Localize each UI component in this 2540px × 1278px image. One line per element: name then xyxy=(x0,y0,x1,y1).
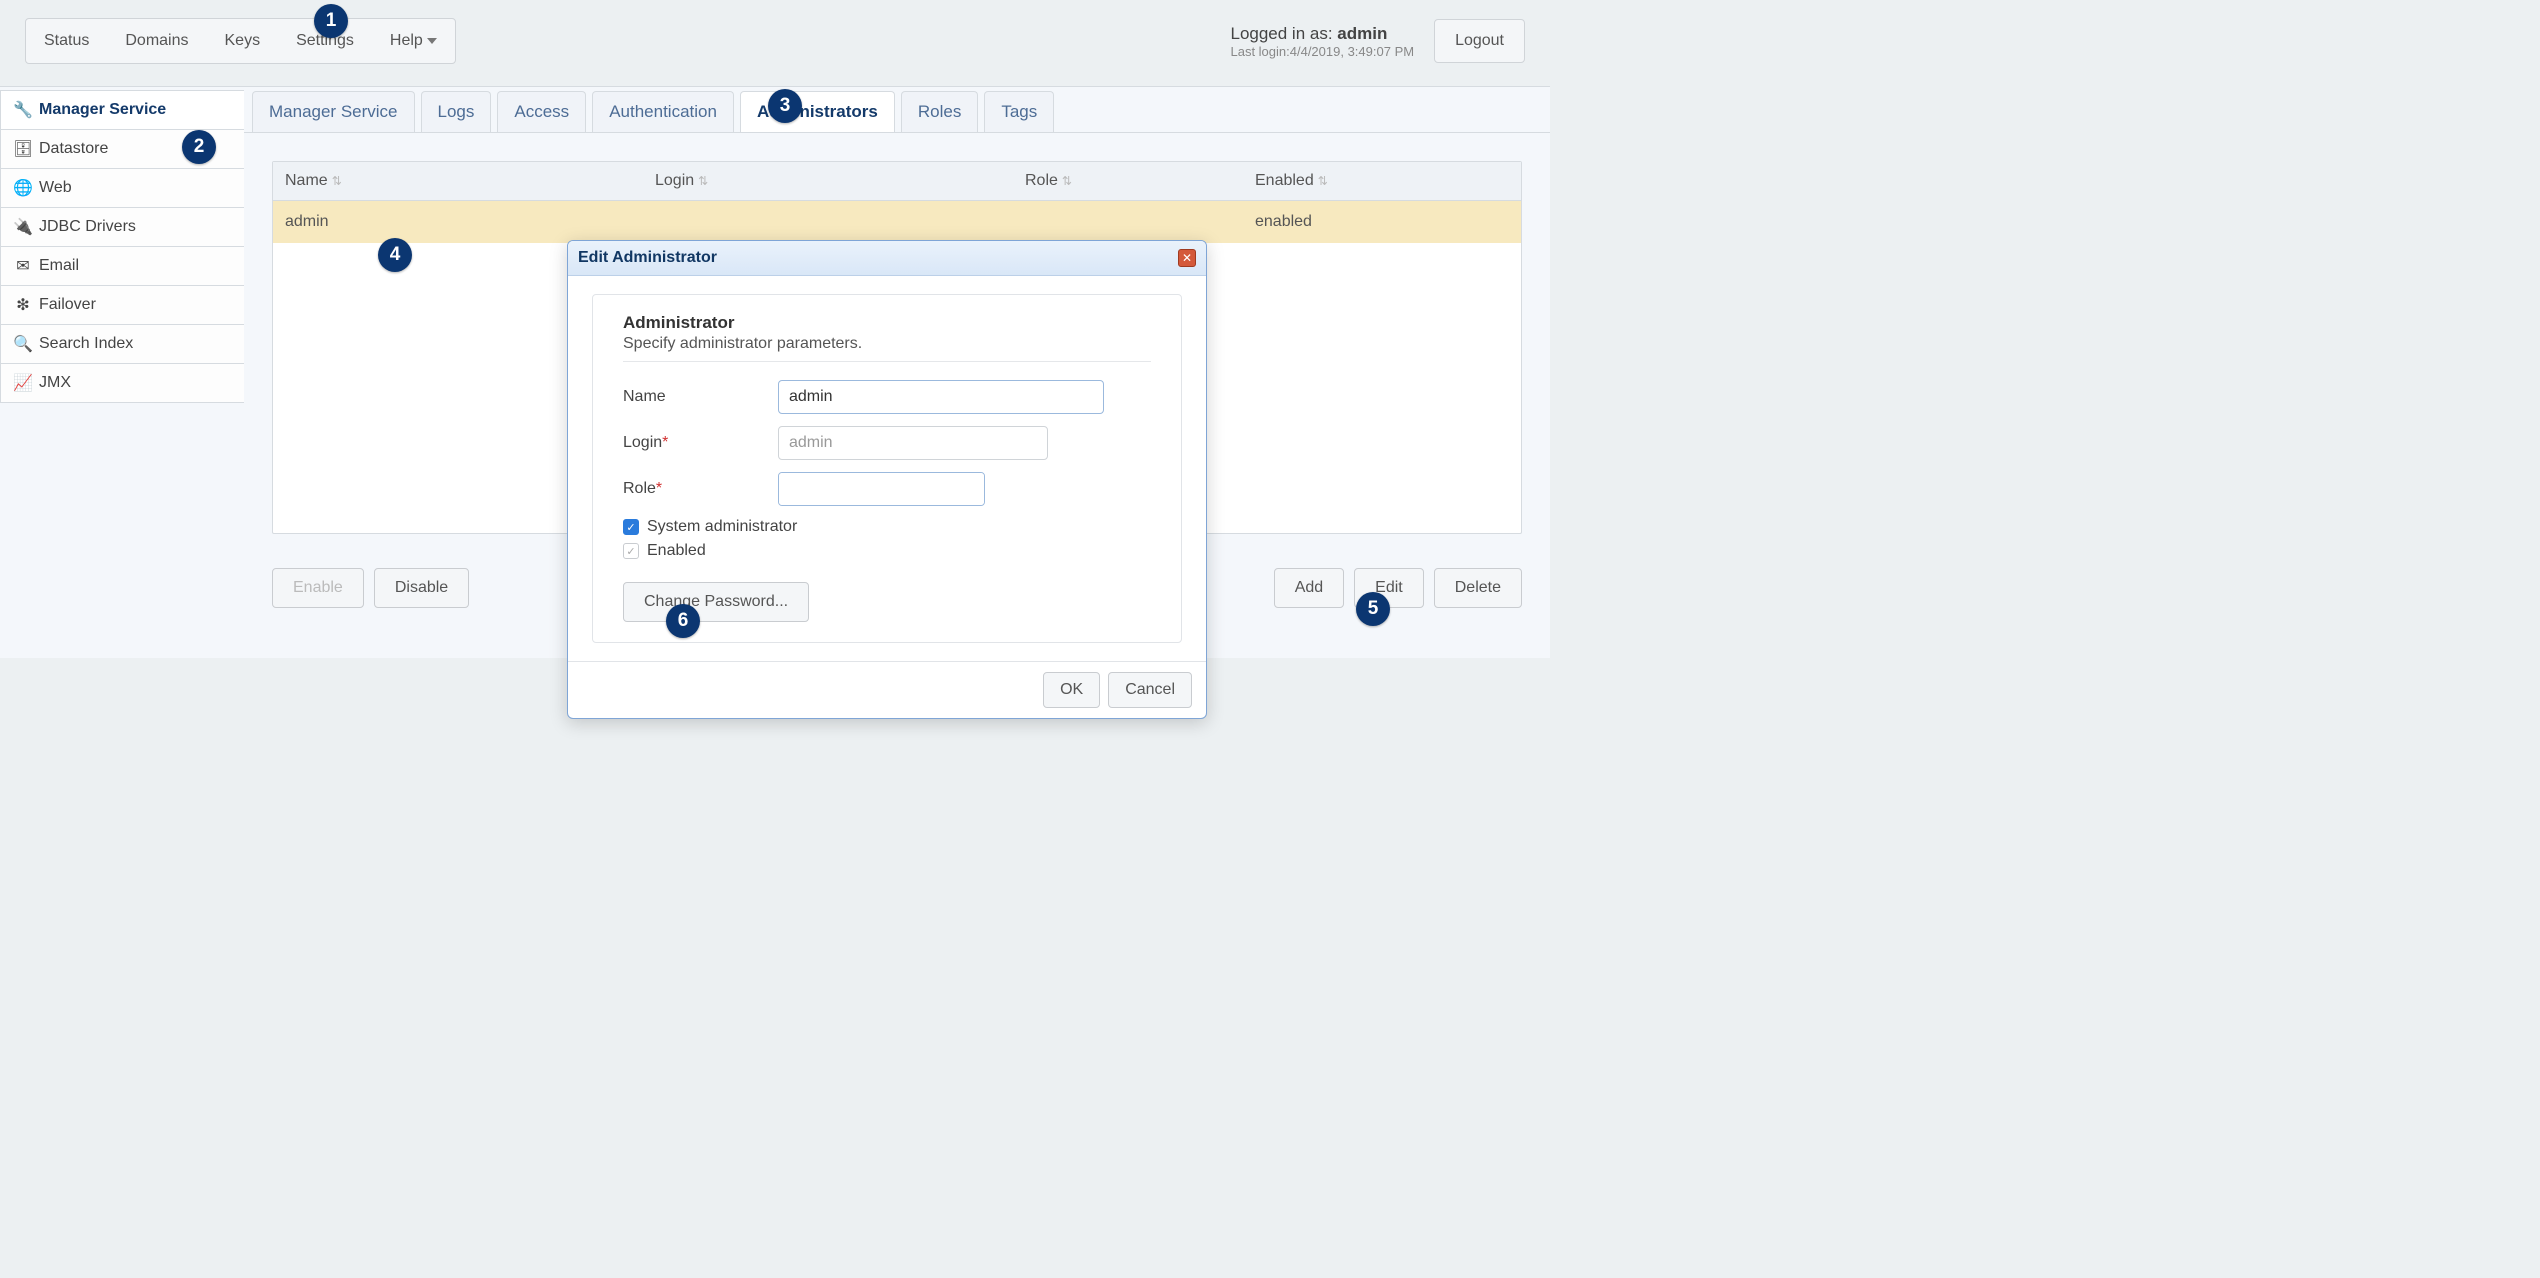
col-enabled[interactable]: Enabled⇅ xyxy=(1243,162,1521,201)
step-badge-4: 4 xyxy=(378,238,412,272)
tab-roles[interactable]: Roles xyxy=(901,91,978,132)
search-icon: 🔍 xyxy=(15,336,31,352)
step-badge-5: 5 xyxy=(1356,592,1390,626)
login-prefix: Logged in as: xyxy=(1230,24,1337,43)
sidebar-item-web[interactable]: 🌐 Web xyxy=(0,168,244,208)
dialog-close-button[interactable]: ✕ xyxy=(1178,249,1196,267)
enabled-label: Enabled xyxy=(647,542,706,560)
cell-login xyxy=(643,201,1013,244)
dialog-title: Edit Administrator xyxy=(578,249,717,267)
col-name[interactable]: Name⇅ xyxy=(273,162,643,201)
sidebar-item-manager-service[interactable]: 🔧 Manager Service xyxy=(0,90,244,130)
sort-icon: ⇅ xyxy=(698,174,708,188)
sidebar-item-label: Email xyxy=(39,257,79,275)
col-login[interactable]: Login⇅ xyxy=(643,162,1013,201)
sidebar-item-email[interactable]: ✉ Email xyxy=(0,246,244,286)
dialog-body: Administrator Specify administrator para… xyxy=(568,276,1206,661)
last-login-value: 4/4/2019, 3:49:07 PM xyxy=(1290,44,1414,59)
sidebar-item-search-index[interactable]: 🔍 Search Index xyxy=(0,324,244,364)
sort-icon: ⇅ xyxy=(1318,174,1328,188)
add-button[interactable]: Add xyxy=(1274,568,1344,608)
lifesaver-icon: ❇ xyxy=(15,297,31,313)
nav-keys[interactable]: Keys xyxy=(207,19,279,63)
top-nav: Status Domains Keys Settings Help xyxy=(25,18,456,64)
sidebar-item-label: Manager Service xyxy=(39,101,166,119)
sidebar-item-failover[interactable]: ❇ Failover xyxy=(0,285,244,325)
tab-authentication[interactable]: Authentication xyxy=(592,91,734,132)
globe-icon: 🌐 xyxy=(15,180,31,196)
tab-tags[interactable]: Tags xyxy=(984,91,1054,132)
sysadmin-label: System administrator xyxy=(647,518,797,536)
tab-manager-service[interactable]: Manager Service xyxy=(252,91,415,132)
dialog-section-title: Administrator xyxy=(623,313,1151,333)
enable-button[interactable]: Enable xyxy=(272,568,364,608)
checkbox-checked-icon: ✓ xyxy=(623,543,639,559)
cell-enabled: enabled xyxy=(1243,201,1521,244)
cell-role xyxy=(1013,201,1243,244)
disable-button[interactable]: Disable xyxy=(374,568,469,608)
top-right: Logged in as: admin Last login:4/4/2019,… xyxy=(1230,19,1525,63)
dialog-section-sub: Specify administrator parameters. xyxy=(623,335,1151,353)
role-combobox[interactable]: ⌄ xyxy=(778,472,985,506)
step-badge-1: 1 xyxy=(314,4,348,38)
login-user: admin xyxy=(1337,24,1387,43)
cell-name: admin xyxy=(273,201,643,244)
ok-button[interactable]: OK xyxy=(1043,672,1100,708)
dialog-inner: Administrator Specify administrator para… xyxy=(592,294,1182,643)
sidebar-item-label: JMX xyxy=(39,374,71,392)
sidebar-item-label: Search Index xyxy=(39,335,133,353)
sidebar-item-label: Failover xyxy=(39,296,96,314)
service-icon: 🔧 xyxy=(15,102,31,118)
enabled-checkbox-row[interactable]: ✓ Enabled xyxy=(623,542,1151,560)
sidebar-item-label: Web xyxy=(39,179,72,197)
logout-button[interactable]: Logout xyxy=(1434,19,1525,63)
login-label: Login* xyxy=(623,434,778,452)
role-input[interactable] xyxy=(779,473,985,505)
step-badge-2: 2 xyxy=(182,130,216,164)
step-badge-6: 6 xyxy=(666,604,700,638)
db-icon: 🗄 xyxy=(15,141,31,157)
sidebar-item-label: Datastore xyxy=(39,140,108,158)
dialog-header[interactable]: Edit Administrator ✕ xyxy=(568,241,1206,276)
tab-administrators[interactable]: Administrators xyxy=(740,91,895,132)
change-password-button[interactable]: Change Password... xyxy=(623,582,809,622)
nav-domains[interactable]: Domains xyxy=(107,19,206,63)
sidebar: 🔧 Manager Service 🗄 Datastore 🌐 Web 🔌 JD… xyxy=(0,87,244,658)
nav-help[interactable]: Help xyxy=(372,19,455,63)
cancel-button[interactable]: Cancel xyxy=(1108,672,1192,708)
top-header: Status Domains Keys Settings Help Logged… xyxy=(0,0,1550,86)
divider xyxy=(623,361,1151,362)
name-input[interactable] xyxy=(778,380,1104,414)
caret-down-icon xyxy=(427,38,437,44)
gauge-icon: 📈 xyxy=(15,375,31,391)
delete-button[interactable]: Delete xyxy=(1434,568,1522,608)
name-label: Name xyxy=(623,388,778,406)
last-login-label: Last login: xyxy=(1230,44,1289,59)
login-input[interactable] xyxy=(778,426,1048,460)
table-row[interactable]: admin enabled xyxy=(273,201,1521,244)
edit-admin-dialog: Edit Administrator ✕ Administrator Speci… xyxy=(567,240,1207,719)
plug-icon: 🔌 xyxy=(15,219,31,235)
dialog-footer: OK Cancel xyxy=(568,661,1206,718)
sort-icon: ⇅ xyxy=(332,174,342,188)
login-info: Logged in as: admin Last login:4/4/2019,… xyxy=(1230,24,1414,59)
sysadmin-checkbox-row[interactable]: ✓ System administrator xyxy=(623,518,1151,536)
nav-status[interactable]: Status xyxy=(26,19,107,63)
tab-access[interactable]: Access xyxy=(497,91,586,132)
mail-icon: ✉ xyxy=(15,258,31,274)
nav-help-label: Help xyxy=(390,32,423,50)
close-icon: ✕ xyxy=(1182,251,1192,265)
sort-icon: ⇅ xyxy=(1062,174,1072,188)
sidebar-item-label: JDBC Drivers xyxy=(39,218,136,236)
checkbox-checked-icon: ✓ xyxy=(623,519,639,535)
step-badge-3: 3 xyxy=(768,89,802,123)
sidebar-item-jdbc-drivers[interactable]: 🔌 JDBC Drivers xyxy=(0,207,244,247)
role-label: Role* xyxy=(623,480,778,498)
sidebar-item-jmx[interactable]: 📈 JMX xyxy=(0,363,244,403)
tab-logs[interactable]: Logs xyxy=(421,91,492,132)
col-role[interactable]: Role⇅ xyxy=(1013,162,1243,201)
tab-bar: Manager Service Logs Access Authenticati… xyxy=(244,87,1550,133)
